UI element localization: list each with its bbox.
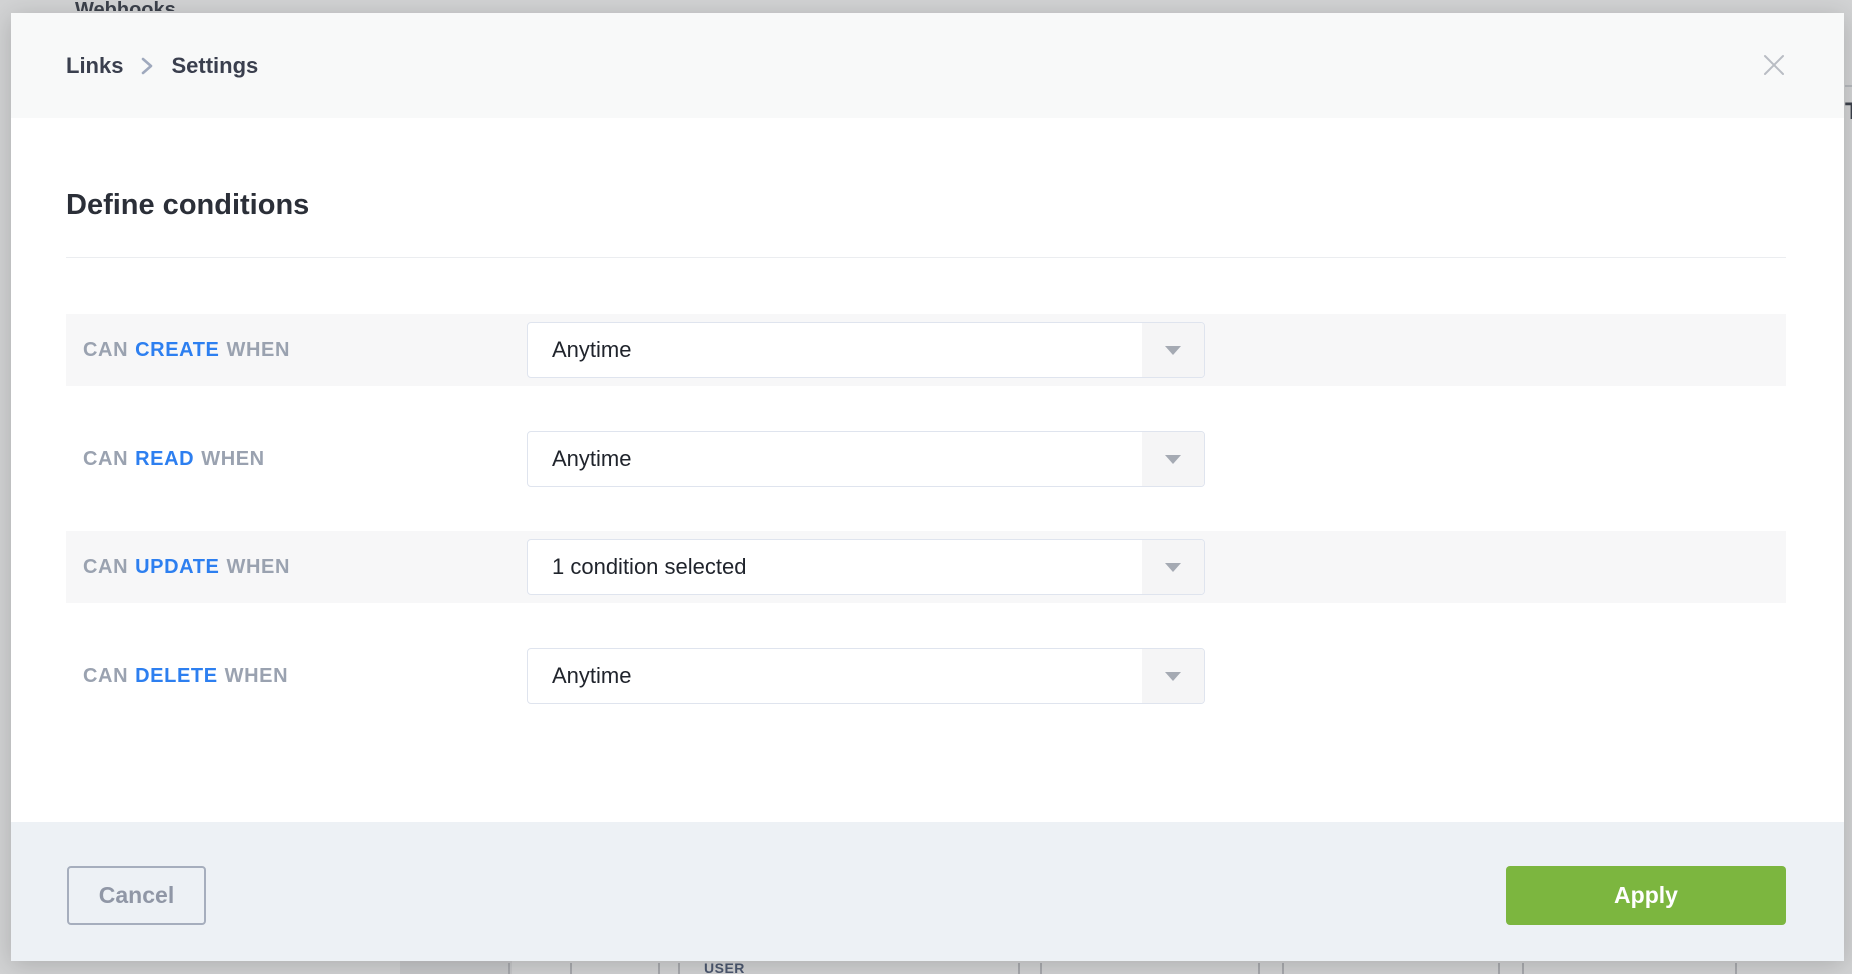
background-table-gridline <box>1735 963 1737 974</box>
settings-modal: Links Settings Define conditions CAN CRE… <box>11 13 1844 961</box>
background-table-gridline <box>1498 963 1500 974</box>
background-table-gridline <box>1258 963 1260 974</box>
caret-down-icon <box>1142 649 1204 703</box>
background-divider-fragment <box>1845 85 1852 87</box>
label-action-update: UPDATE <box>135 556 219 579</box>
condition-select-update[interactable]: 1 condition selected <box>527 539 1205 595</box>
caret-down-icon <box>1142 432 1204 486</box>
background-table-gridline <box>678 963 680 974</box>
close-icon[interactable] <box>1756 47 1792 83</box>
permission-label: CAN READ WHEN <box>83 423 265 495</box>
label-prefix: CAN <box>83 665 128 688</box>
label-suffix: WHEN <box>225 665 289 688</box>
background-table-header-user: USER <box>704 960 745 974</box>
background-table-gridline <box>1040 963 1042 974</box>
label-suffix: WHEN <box>201 448 265 471</box>
background-table-fragment <box>400 961 512 974</box>
caret-down-icon <box>1142 323 1204 377</box>
condition-select-read[interactable]: Anytime <box>527 431 1205 487</box>
permission-label: CAN DELETE WHEN <box>83 640 288 712</box>
apply-button[interactable]: Apply <box>1506 866 1786 925</box>
permission-label: CAN UPDATE WHEN <box>83 531 290 603</box>
permission-row-create: CAN CREATE WHEN Anytime <box>66 314 1786 386</box>
breadcrumb: Links Settings <box>66 13 258 118</box>
background-table-gridline <box>1018 963 1020 974</box>
label-prefix: CAN <box>83 339 128 362</box>
selected-value: Anytime <box>552 649 631 703</box>
label-action-create: CREATE <box>135 339 219 362</box>
permission-row-delete: CAN DELETE WHEN Anytime <box>66 640 1786 712</box>
permission-label: CAN CREATE WHEN <box>83 314 290 386</box>
page-title: Define conditions <box>66 189 309 222</box>
selected-value: Anytime <box>552 323 631 377</box>
cancel-button[interactable]: Cancel <box>67 866 206 925</box>
background-table-gridline <box>1522 963 1524 974</box>
chevron-right-icon <box>139 54 155 78</box>
modal-footer: Cancel Apply <box>11 822 1844 961</box>
background-table-gridline <box>508 963 510 974</box>
condition-select-delete[interactable]: Anytime <box>527 648 1205 704</box>
background-clipped-text-fragment: T <box>1845 98 1852 126</box>
label-action-read: READ <box>135 448 194 471</box>
background-table-gridline <box>1282 963 1284 974</box>
selected-value: 1 condition selected <box>552 540 746 594</box>
label-prefix: CAN <box>83 448 128 471</box>
breadcrumb-links[interactable]: Links <box>66 53 123 79</box>
label-suffix: WHEN <box>226 339 290 362</box>
background-clipped-heading: Webhooks <box>75 0 215 11</box>
condition-select-create[interactable]: Anytime <box>527 322 1205 378</box>
permission-row-update: CAN UPDATE WHEN 1 condition selected <box>66 531 1786 603</box>
label-prefix: CAN <box>83 556 128 579</box>
background-table-gridline <box>658 963 660 974</box>
selected-value: Anytime <box>552 432 631 486</box>
background-table-gridline <box>570 963 572 974</box>
modal-header: Links Settings <box>11 13 1844 118</box>
title-divider <box>66 257 1786 258</box>
breadcrumb-settings[interactable]: Settings <box>171 53 258 79</box>
permission-row-read: CAN READ WHEN Anytime <box>66 423 1786 495</box>
label-suffix: WHEN <box>226 556 290 579</box>
caret-down-icon <box>1142 540 1204 594</box>
label-action-delete: DELETE <box>135 665 218 688</box>
